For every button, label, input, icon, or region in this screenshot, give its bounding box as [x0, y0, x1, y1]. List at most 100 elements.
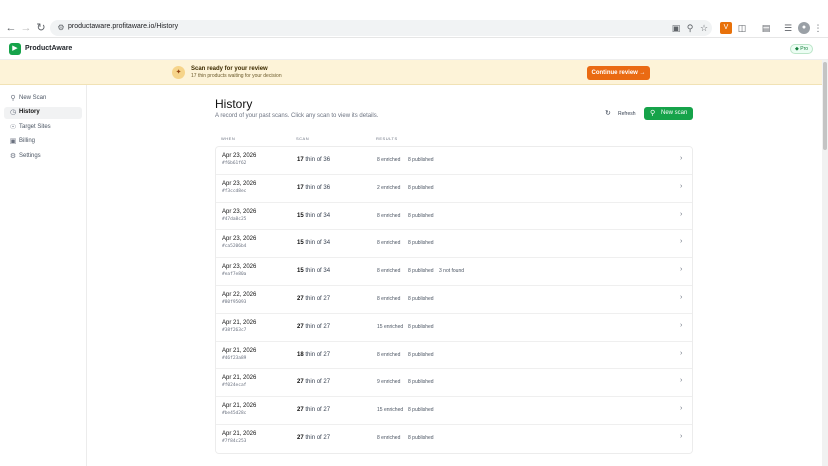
thin-total: thin of 27: [305, 407, 331, 414]
result-enriched: 8 enriched: [377, 212, 401, 219]
refresh-label: Refresh: [618, 111, 636, 117]
scan-date: Apr 23, 2026: [222, 153, 257, 159]
thin-total: thin of 27: [305, 295, 331, 302]
sidebar-item-new-scan[interactable]: ⚲ New Scan: [4, 93, 82, 105]
extension-icon[interactable]: V: [720, 22, 732, 34]
banner-title: Scan ready for your review: [191, 66, 268, 72]
result-published: 8 published: [408, 295, 434, 302]
result-published: 8 published: [408, 351, 434, 358]
chevron-right-icon[interactable]: ›: [680, 294, 682, 301]
new-scan-button[interactable]: ⚲ New scan: [644, 107, 693, 120]
chevron-right-icon[interactable]: ›: [680, 350, 682, 357]
scan-date: Apr 21, 2026: [222, 375, 257, 382]
table-row[interactable]: Apr 21, 2026 #7f84c253 27 thin of 27 8 enri…: [216, 424, 692, 453]
thin-total: thin of 34: [305, 212, 331, 219]
result-enriched: 15 enriched: [377, 407, 404, 414]
scan-summary: 27 thin of 27: [297, 324, 330, 330]
cast-icon[interactable]: ▣: [670, 22, 682, 34]
table-row[interactable]: Apr 23, 2026 #eaf7e80a 15 thin of 34 8 enri…: [216, 258, 692, 286]
scan-summary: 18 thin of 27: [297, 352, 330, 358]
continue-review-button[interactable]: Continue review →: [587, 66, 650, 80]
thin-count: 27: [297, 407, 304, 414]
page-title: History: [215, 97, 253, 111]
logo-icon: ▶: [9, 43, 21, 55]
globe-icon: ☉: [9, 124, 17, 131]
thin-total: thin of 27: [305, 379, 331, 386]
brand-name: ProductAware: [25, 45, 73, 52]
profile-avatar[interactable]: ●: [798, 22, 810, 34]
table-row[interactable]: Apr 22, 2026 #80f95093 27 thin of 27 8 enri…: [216, 285, 692, 314]
forward-icon[interactable]: →: [19, 21, 33, 35]
thin-total: thin of 27: [305, 434, 331, 441]
card-icon: ▣: [9, 138, 17, 145]
gear-icon: ⚙: [9, 153, 17, 160]
zoom-icon[interactable]: ⚲: [684, 22, 696, 34]
table-row[interactable]: Apr 21, 2026 #46f23a89 18 thin of 27 8 enri…: [216, 341, 692, 370]
chevron-right-icon[interactable]: ›: [680, 266, 682, 273]
result-published: 8 published: [408, 407, 434, 414]
site-info-icon[interactable]: ⚙: [56, 23, 66, 33]
result-not-found: 3 not found: [439, 268, 465, 275]
address-bar[interactable]: ⚙ productaware.profitaware.io/History: [50, 20, 712, 36]
bookmark-star-icon[interactable]: ☆: [698, 22, 710, 34]
thin-count: 15: [297, 268, 304, 275]
scan-id: #7f84c253: [222, 438, 247, 444]
scan-date: Apr 23, 2026: [222, 264, 257, 271]
scan-summary: 17 thin of 36: [297, 157, 330, 163]
sidebar-item-label: Settings: [19, 153, 41, 159]
scan-summary: 15 thin of 34: [297, 268, 330, 274]
chevron-right-icon[interactable]: ›: [680, 238, 682, 245]
table-row[interactable]: Apr 23, 2026 #f6b61f62 17 thin of 36 8 enri…: [216, 147, 692, 175]
scan-id: #f3ccd8ec: [222, 188, 247, 194]
table-row[interactable]: Apr 23, 2026 #f3ccd8ec 17 thin of 36 2 enri…: [216, 174, 692, 203]
history-table: Apr 23, 2026 #f6b61f62 17 thin of 36 8 enri…: [215, 146, 693, 454]
chevron-right-icon[interactable]: ›: [680, 322, 682, 329]
sidebar: ⚲ New Scan ◷ History ☉ Target Sites ▣ Bi…: [0, 85, 87, 466]
chevron-right-icon[interactable]: ›: [680, 155, 682, 162]
chevron-right-icon[interactable]: ›: [680, 377, 682, 384]
sidebar-item-label: Target Sites: [19, 124, 51, 130]
url-text[interactable]: productaware.profitaware.io/History: [68, 23, 178, 30]
scan-date: Apr 22, 2026: [222, 291, 257, 298]
result-published: 8 published: [408, 379, 434, 386]
thin-count: 27: [297, 379, 304, 386]
tab-search-icon[interactable]: ▤: [760, 22, 772, 34]
thin-count: 18: [297, 351, 304, 358]
result-published: 8 published: [408, 323, 434, 330]
column-header-when: WHEN: [221, 136, 236, 141]
thin-total: thin of 27: [305, 323, 331, 330]
chevron-right-icon[interactable]: ›: [680, 405, 682, 412]
result-published: 8 published: [408, 268, 434, 275]
back-icon[interactable]: ←: [4, 21, 18, 35]
media-icon[interactable]: ☰: [782, 22, 794, 34]
refresh-button[interactable]: ↻ Refresh: [602, 108, 640, 120]
thin-count: 15: [297, 212, 304, 219]
table-row[interactable]: Apr 23, 2026 #ca5206b4 15 thin of 34 8 enri…: [216, 230, 692, 259]
sidebar-item-billing[interactable]: ▣ Billing: [4, 136, 82, 148]
menu-kebab-icon[interactable]: ⋮: [812, 22, 824, 34]
page-subtitle: A record of your past scans. Click any s…: [215, 113, 379, 119]
reload-icon[interactable]: ↻: [34, 21, 48, 35]
scan-summary: 27 thin of 27: [297, 435, 330, 441]
scan-date: Apr 21, 2026: [222, 403, 257, 410]
sidebar-item-history[interactable]: ◷ History: [4, 107, 82, 119]
sidebar-item-target-sites[interactable]: ☉ Target Sites: [4, 122, 82, 134]
result-enriched: 8 enriched: [377, 268, 401, 275]
sidebar-item-settings[interactable]: ⚙ Settings: [4, 151, 82, 163]
thin-count: 17: [297, 157, 304, 163]
result-published: 8 published: [408, 240, 434, 247]
result-published: 8 published: [408, 434, 434, 441]
scrollbar-thumb[interactable]: [823, 62, 827, 150]
table-row[interactable]: Apr 21, 2026 #be45d28c 27 thin of 27 15 enr…: [216, 397, 692, 425]
extensions-puzzle-icon[interactable]: ◫: [736, 22, 748, 34]
scan-id: #f024ecaf: [222, 383, 247, 389]
table-row[interactable]: Apr 21, 2026 #f024ecaf 27 thin of 27 9 enri…: [216, 369, 692, 398]
table-row[interactable]: Apr 21, 2026 #38f263c7 27 thin of 27 15 enr…: [216, 313, 692, 342]
thin-count: 27: [297, 295, 304, 302]
chevron-right-icon[interactable]: ›: [680, 211, 682, 218]
chevron-right-icon[interactable]: ›: [680, 433, 682, 440]
table-row[interactable]: Apr 23, 2026 #47da8c25 15 thin of 34 8 enri…: [216, 202, 692, 231]
chevron-right-icon[interactable]: ›: [680, 183, 682, 190]
browser-toolbar: ← → ↻ ⚙ productaware.profitaware.io/Hist…: [0, 18, 828, 38]
thin-total: thin of 27: [305, 351, 331, 358]
